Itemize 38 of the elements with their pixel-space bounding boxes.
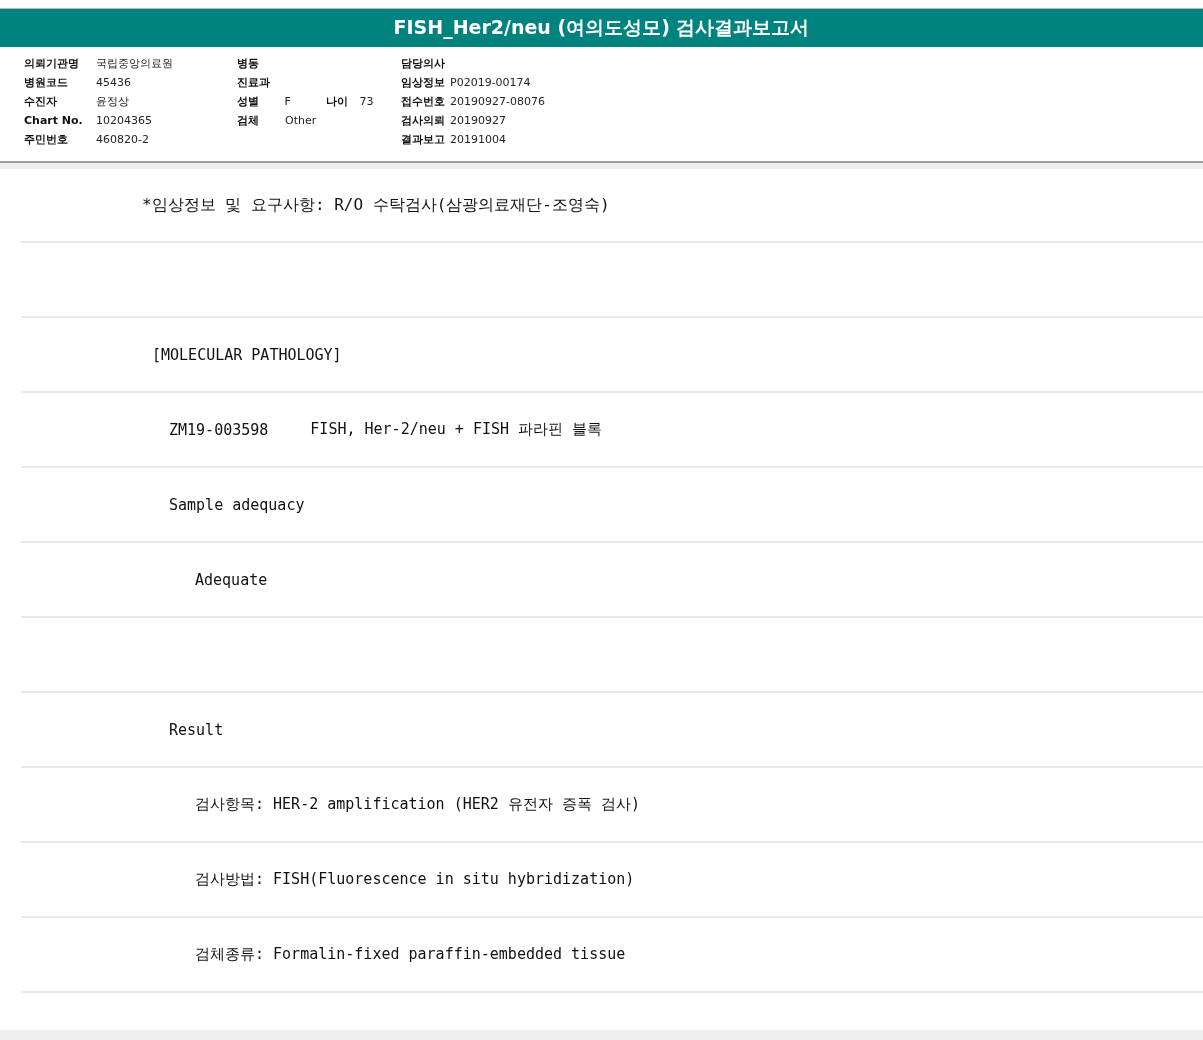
field-label: 성별 [237,93,260,109]
report-line: 검사방법: FISH(Fluorescence in situ hybridization) [195,870,635,889]
field-value: 45436 [96,75,131,89]
field-label: 결과보고 [401,131,445,147]
field-value: 73 [359,94,375,108]
field-label: 수진자 [24,93,58,109]
field-label: 담당의사 [401,55,445,71]
report-line: [MOLECULAR PATHOLOGY] [152,345,342,364]
case-number: ZM19-003598 [169,420,269,439]
field-value: 20191004 [450,132,506,146]
field-label: 나이 [325,93,349,109]
field-value: Other [285,113,318,127]
field-value: 10204365 [96,113,152,127]
field-value: 20190927 [450,113,506,127]
field-label: 병원코드 [24,74,69,90]
field-value: 460820-2 [96,132,149,146]
field-value: F [284,94,292,108]
field-value: 국립중앙의료원 [96,55,173,71]
report-line: FISH, Her-2/neu + FISH 파라핀 블록 [310,420,603,439]
field-value: 윤정상 [96,93,129,109]
field-label: 병동 [237,55,260,71]
field-label: 임상정보 [401,74,445,90]
report-line: Adequate [195,570,268,589]
field-label: Chart No. [24,113,84,127]
report-line: Sample adequacy [169,495,305,514]
field-label: 진료과 [237,74,271,90]
field-label: 주민번호 [24,131,69,147]
report-line: *임상정보 및 요구사항: R/O 수탁검사(삼광의료재단-조영숙) [142,194,610,216]
report-line: 검사항목: HER-2 amplification (HER2 유전자 증폭 검사) [195,795,640,814]
report-title: FISH_Her2/neu (여의도성모) 검사결과보고서 [393,15,810,41]
field-value: P02019-00174 [450,75,531,89]
field-label: 검체 [237,112,260,128]
field-label: 접수번호 [401,93,445,109]
field-label: 의뢰기관명 [24,55,80,71]
field-value: 20190927-08076 [450,94,545,108]
field-label: 검사의뢰 [401,112,445,128]
report-line: 검체종류: Formalin-fixed paraffin-embedded tissue [195,945,626,964]
report-line: Result [169,720,224,739]
